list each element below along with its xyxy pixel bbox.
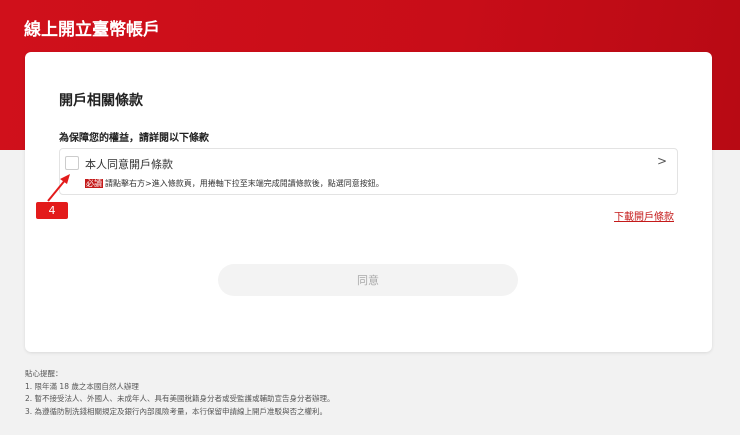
tips-title: 貼心提醒：	[25, 369, 63, 378]
tips-section: 貼心提醒： 1. 限年滿 18 歲之本國自然人辦理 2. 暫不接受法人、外國人、…	[25, 368, 335, 418]
page-title: 線上開立臺幣帳戶	[24, 20, 160, 40]
tip-item: 1. 限年滿 18 歲之本國自然人辦理	[25, 381, 139, 391]
agree-button[interactable]: 同意	[218, 264, 518, 296]
tip-item: 2. 暫不接受法人、外國人、未成年人、具有美國稅籍身分者或受監護或輔助宣告身分者…	[25, 394, 335, 403]
step-badge: 4	[36, 202, 68, 219]
terms-card: 開戶相關條款 為保障您的權益，請詳閱以下條款 本人同意開戶條款 > 必讀 請點擊右…	[25, 52, 712, 352]
required-badge: 必讀	[85, 179, 103, 188]
section-heading: 開戶相關條款	[59, 93, 143, 109]
terms-note-text: 請點擊右方>進入條款頁，用捲軸下拉至末端完成閱讀條款後，點選同意按鈕。	[105, 179, 384, 188]
download-terms-link[interactable]: 下載開戶條款	[614, 208, 674, 223]
agree-checkbox[interactable]	[65, 156, 79, 170]
terms-item[interactable]: 本人同意開戶條款 > 必讀 請點擊右方>進入條款頁，用捲軸下拉至末端完成閱讀條款後…	[59, 148, 678, 195]
annotation-arrow-icon	[47, 174, 70, 202]
tip-item: 3. 為遵循防制洗錢相關規定及銀行內部風險考量，本行保留申請線上開戶准駁與否之權…	[25, 406, 328, 416]
terms-label: 本人同意開戶條款	[85, 158, 173, 171]
chevron-right-icon[interactable]: >	[657, 154, 667, 168]
terms-note: 必讀 請點擊右方>進入條款頁，用捲軸下拉至末端完成閱讀條款後，點選同意按鈕。	[85, 178, 384, 189]
section-subheading: 為保障您的權益，請詳閱以下條款	[59, 133, 209, 144]
